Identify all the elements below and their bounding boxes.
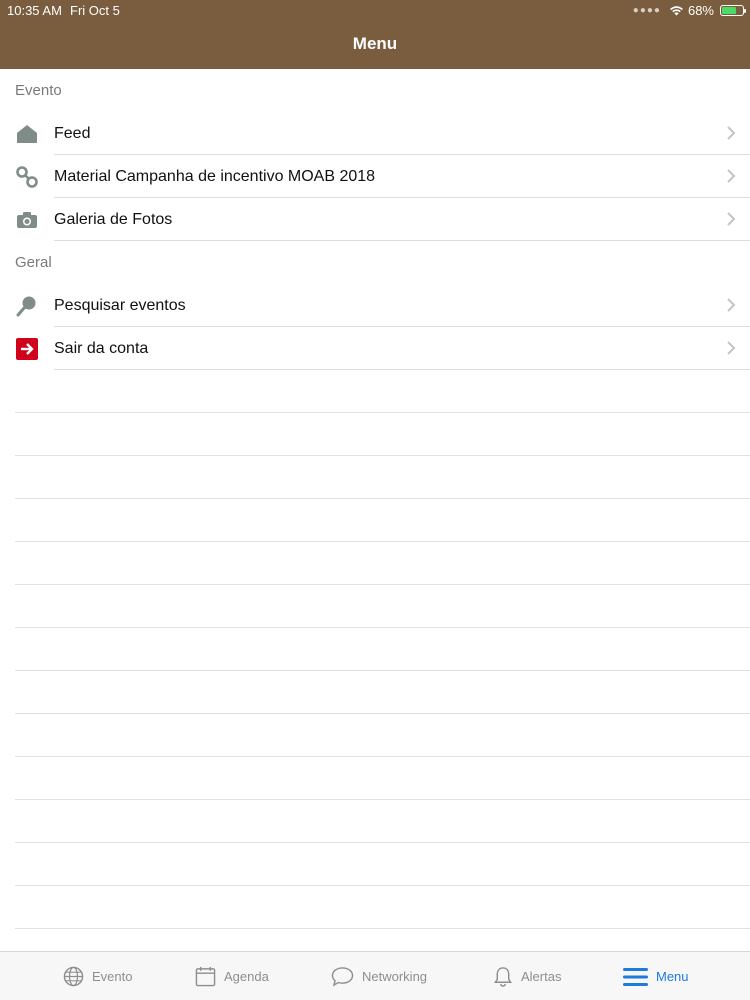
empty-row: [0, 628, 750, 671]
status-date: Fri Oct 5: [70, 3, 120, 18]
menu-item-galeria-de-fotos[interactable]: Galeria de Fotos: [0, 198, 750, 241]
empty-row: [0, 585, 750, 628]
chevron-right-icon: [727, 169, 736, 183]
chevron-right-icon: [727, 341, 736, 355]
search-icon: [16, 296, 36, 316]
page-title: Menu: [352, 34, 398, 53]
menu-list: Evento Feed Material Campanha de incenti…: [0, 69, 750, 951]
chevron-right-icon: [727, 212, 736, 226]
status-time: 10:35 AM: [7, 3, 62, 18]
menu-item-label: Feed: [54, 124, 91, 142]
section-header-geral: Geral: [15, 254, 52, 271]
menu-item-feed[interactable]: Feed: [0, 112, 750, 155]
logout-icon: [16, 337, 38, 360]
cellular-signal-icon: ●●●●: [632, 5, 661, 16]
tab-networking[interactable]: Networking: [331, 952, 427, 1000]
menu-item-pesquisar-eventos[interactable]: Pesquisar eventos: [0, 284, 750, 327]
wifi-icon: [669, 6, 683, 16]
chat-bubble-icon: [331, 967, 354, 987]
hamburger-menu-icon: [623, 967, 648, 986]
menu-item-label: Galeria de Fotos: [54, 210, 173, 228]
empty-row: [0, 843, 750, 886]
status-bar: 10:35 AM Fri Oct 5 ●●●● 68%: [0, 0, 750, 20]
menu-item-label: Sair da conta: [54, 339, 149, 357]
battery-percent: 68%: [687, 3, 714, 18]
navigation-header: 10:35 AM Fri Oct 5 ●●●● 68% Menu: [0, 0, 750, 69]
tab-label: Alertas: [521, 969, 562, 984]
empty-row: [0, 800, 750, 843]
battery-icon: [720, 5, 746, 16]
menu-item-material-campanha[interactable]: Material Campanha de incentivo MOAB 2018: [0, 155, 750, 198]
tab-label: Menu: [656, 969, 689, 984]
chevron-right-icon: [727, 126, 736, 140]
camera-icon: [17, 211, 37, 228]
tab-agenda[interactable]: Agenda: [195, 952, 269, 1000]
empty-row: [0, 413, 750, 456]
menu-item-label: Pesquisar eventos: [54, 296, 186, 314]
globe-icon: [63, 966, 84, 987]
tab-evento[interactable]: Evento: [63, 952, 132, 1000]
empty-row: [0, 542, 750, 585]
empty-row: [0, 671, 750, 714]
tab-label: Evento: [92, 969, 133, 984]
home-icon: [17, 124, 37, 143]
bell-icon: [494, 967, 512, 987]
empty-row: [0, 370, 750, 413]
calendar-icon: [195, 966, 216, 987]
chevron-right-icon: [727, 298, 736, 312]
link-icon: [16, 165, 38, 188]
section-header-evento: Evento: [15, 82, 62, 99]
tab-label: Networking: [362, 969, 428, 984]
tab-alertas[interactable]: Alertas: [493, 952, 561, 1000]
empty-row: [0, 714, 750, 757]
tab-menu[interactable]: Menu: [623, 952, 689, 1000]
menu-item-label: Material Campanha de incentivo MOAB 2018: [54, 167, 376, 185]
empty-row: [0, 886, 750, 929]
tab-bar: Evento Agenda Networking Alertas Menu: [0, 951, 750, 1000]
empty-row: [0, 757, 750, 800]
menu-item-sair-da-conta[interactable]: Sair da conta: [0, 327, 750, 370]
status-indicators: ●●●● 68%: [632, 3, 746, 18]
battery-fill: [722, 7, 736, 14]
empty-table-rows: [0, 370, 750, 929]
tab-label: Agenda: [224, 969, 269, 984]
empty-row: [0, 499, 750, 542]
empty-row: [0, 456, 750, 499]
